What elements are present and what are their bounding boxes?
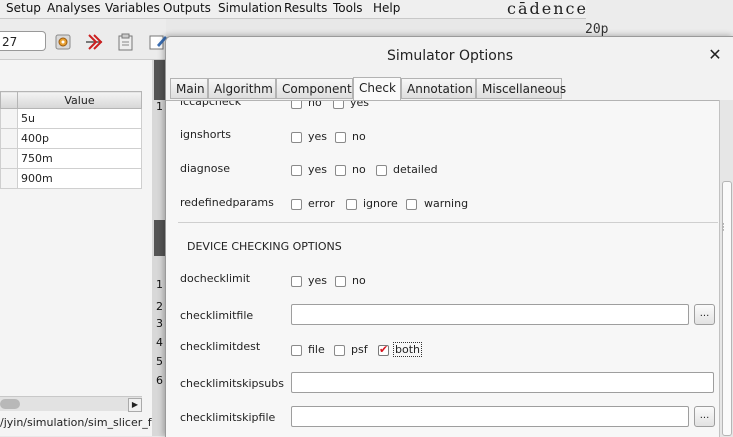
option-label: dochecklimit [180, 272, 251, 285]
table-row[interactable]: 400p [0, 128, 142, 149]
menu-analyses[interactable]: Analyses [47, 0, 101, 18]
table-header-name [0, 91, 18, 109]
checkbox-yes[interactable] [291, 165, 302, 176]
row-number: 3 [156, 317, 163, 330]
vertical-scrollbar[interactable]: · · · [719, 100, 733, 437]
scroll-right-icon[interactable]: ▶ [128, 398, 142, 412]
tab-algorithm[interactable]: Algorithm [208, 78, 276, 99]
option-redefinedparams: redefinedparams error ignore warning [180, 196, 469, 210]
row-number: 1 [156, 100, 163, 113]
option-label: checklimitskipfile [180, 411, 276, 424]
checkbox-ignore[interactable] [346, 199, 357, 210]
grip-icon: · · · [722, 220, 725, 236]
background-value: 20p [585, 22, 609, 37]
option-checklimitfile: checklimitfile ... [180, 304, 719, 329]
section-divider [178, 222, 718, 223]
menu-simulation[interactable]: Simulation [218, 0, 282, 18]
menu-bar: Setup Analyses Variables Outputs Simulat… [0, 0, 586, 19]
menu-help[interactable]: Help [373, 0, 400, 18]
menu-setup[interactable]: Setup [6, 0, 41, 18]
checkbox-detailed[interactable] [376, 165, 387, 176]
table-header-value: Value [17, 91, 142, 109]
checkbox-yes[interactable] [291, 132, 302, 143]
checkbox-warning[interactable] [406, 199, 417, 210]
simulator-options-dialog: Simulator Options ✕ Main Algorithm Compo… [165, 36, 733, 437]
section-heading: DEVICE CHECKING OPTIONS [187, 240, 342, 253]
option-ignshorts: ignshorts yes no [180, 128, 366, 143]
option-diagnose: diagnose yes no detailed [180, 162, 438, 176]
menu-results[interactable]: Results [284, 0, 327, 18]
option-label: checklimitdest [180, 340, 261, 353]
option-label: ignshorts [180, 128, 232, 141]
clipboard-icon[interactable] [116, 32, 136, 52]
row-number: 2 [156, 300, 163, 313]
option-label: checklimitskipsubs [180, 377, 284, 390]
option-label: diagnose [180, 162, 230, 175]
menu-tools[interactable]: Tools [333, 0, 363, 18]
cadence-logo: cādence [507, 0, 588, 18]
option-iccapcheck: iccapcheck no yes [180, 100, 580, 115]
gear-icon[interactable] [54, 32, 74, 52]
checkbox-file[interactable] [291, 345, 302, 356]
horizontal-scrollbar[interactable]: ▶ [0, 396, 142, 412]
checkbox-no[interactable] [291, 101, 302, 109]
row-number: 1 [156, 278, 163, 291]
variables-table: Value 5u 400p 750m 900m [0, 91, 142, 189]
option-checklimitskipfile: checklimitskipfile ... [180, 406, 719, 431]
option-checklimitskipsubs: checklimitskipsubs [180, 372, 719, 397]
table-row[interactable]: 750m [0, 148, 142, 169]
checkbox-both[interactable] [378, 343, 389, 356]
table-row[interactable]: 5u [0, 108, 142, 129]
tab-miscellaneous[interactable]: Miscellaneous [476, 78, 566, 99]
option-checklimitdest: checklimitdest file psf both [180, 340, 580, 360]
row-number: 6 [156, 374, 163, 387]
table-row[interactable]: 900m [0, 168, 142, 189]
tab-component[interactable]: Component [276, 78, 353, 99]
tab-main[interactable]: Main [170, 78, 208, 99]
table-cell-value[interactable]: 5u [17, 108, 142, 129]
checklimitfile-input[interactable] [291, 304, 689, 325]
check-tab-content: iccapcheck no yes ignshorts yes no diagn… [166, 100, 719, 437]
temperature-input[interactable]: 27 [0, 31, 46, 51]
checkbox-yes[interactable] [333, 101, 344, 109]
browse-button[interactable]: ... [694, 304, 715, 325]
close-icon[interactable]: ✕ [706, 46, 724, 64]
checkbox-no[interactable] [335, 165, 346, 176]
status-path: /jyin/simulation/sim_slicer_fu [0, 416, 159, 429]
checkbox-no[interactable] [335, 276, 346, 287]
table-cell-value[interactable]: 400p [17, 128, 142, 149]
checklimitskipsubs-input[interactable] [291, 372, 714, 393]
menu-variables[interactable]: Variables [105, 0, 160, 18]
table-cell-value[interactable]: 900m [17, 168, 142, 189]
table-cell-value[interactable]: 750m [17, 148, 142, 169]
row-number: 4 [156, 336, 163, 349]
probe-icon[interactable] [84, 32, 104, 52]
checkbox-error[interactable] [291, 199, 302, 210]
option-label: redefinedparams [180, 196, 274, 209]
scrollbar-thumb[interactable] [0, 399, 20, 409]
tab-annotation[interactable]: Annotation [401, 78, 476, 99]
option-label: iccapcheck [180, 100, 242, 108]
row-number: 5 [156, 355, 163, 368]
tab-check[interactable]: Check [353, 77, 401, 100]
checkbox-psf[interactable] [334, 345, 345, 356]
browse-button[interactable]: ... [694, 406, 715, 427]
option-dochecklimit: dochecklimit yes no [180, 272, 366, 287]
option-label: checklimitfile [180, 309, 254, 322]
checkbox-yes[interactable] [291, 276, 302, 287]
checkbox-no[interactable] [335, 132, 346, 143]
dialog-title: Simulator Options [166, 37, 733, 75]
checklimitskipfile-input[interactable] [291, 406, 689, 427]
menu-outputs[interactable]: Outputs [163, 0, 211, 18]
outputs-pane-edge: 1 1 2 3 4 5 6 [152, 60, 166, 436]
